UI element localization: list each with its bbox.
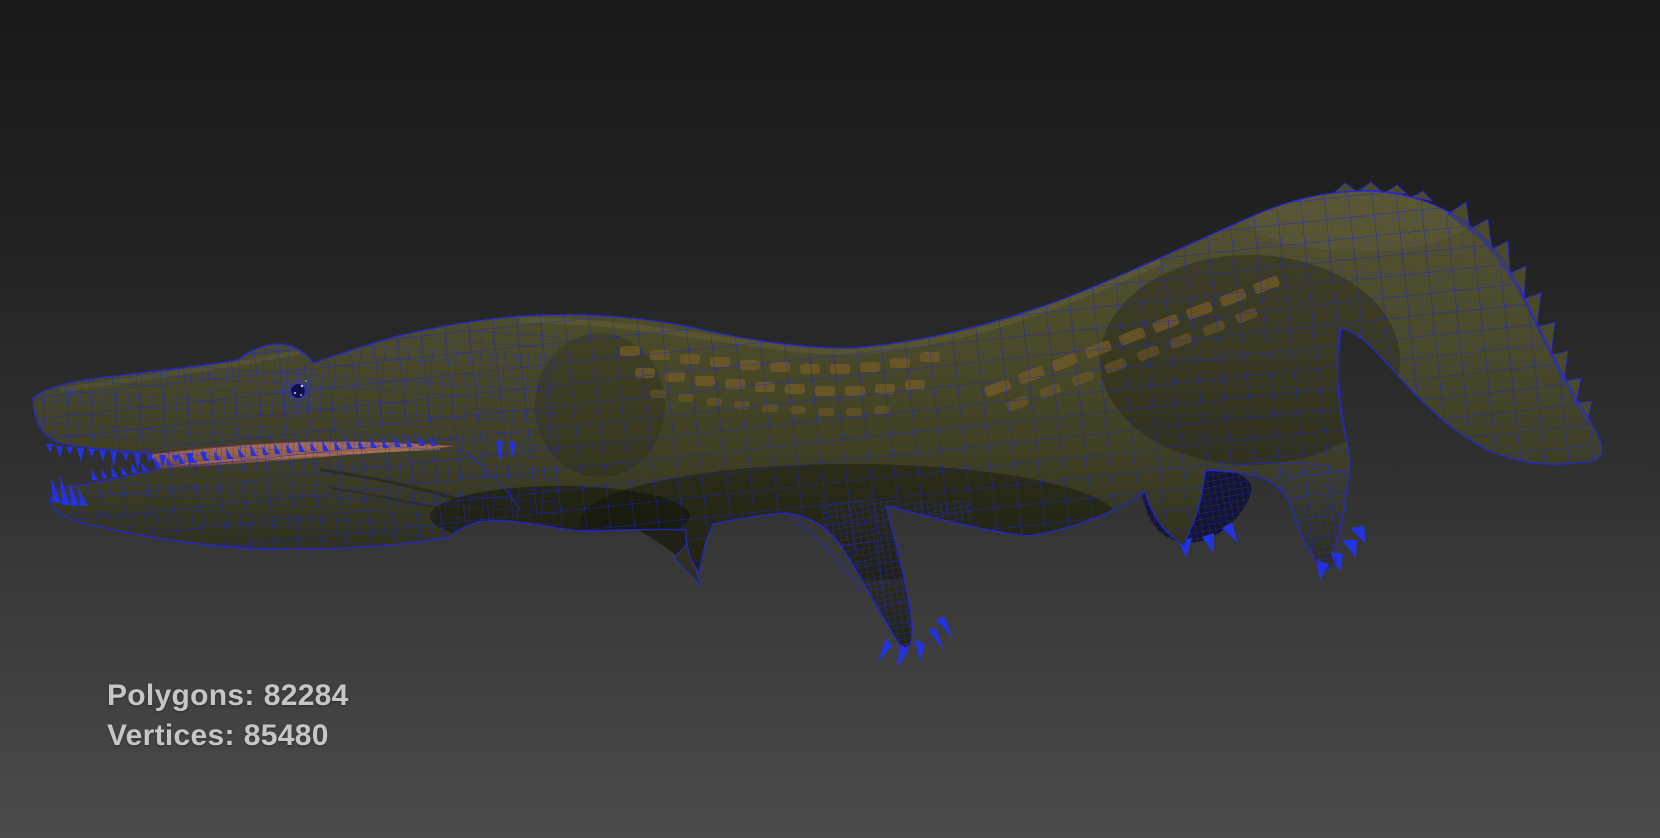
eye bbox=[274, 367, 322, 415]
vertices-value: 85480 bbox=[243, 719, 329, 752]
polygons-value: 82284 bbox=[263, 679, 349, 712]
wireframe-overlay bbox=[33, 190, 1603, 650]
model-stats: Polygons: 82284 Vertices: 85480 bbox=[107, 676, 349, 756]
polygons-stat: Polygons: 82284 bbox=[107, 676, 349, 716]
polygons-label: Polygons: bbox=[107, 679, 255, 712]
vertices-stat: Vertices: 85480 bbox=[107, 716, 349, 756]
vertices-label: Vertices: bbox=[107, 719, 235, 752]
